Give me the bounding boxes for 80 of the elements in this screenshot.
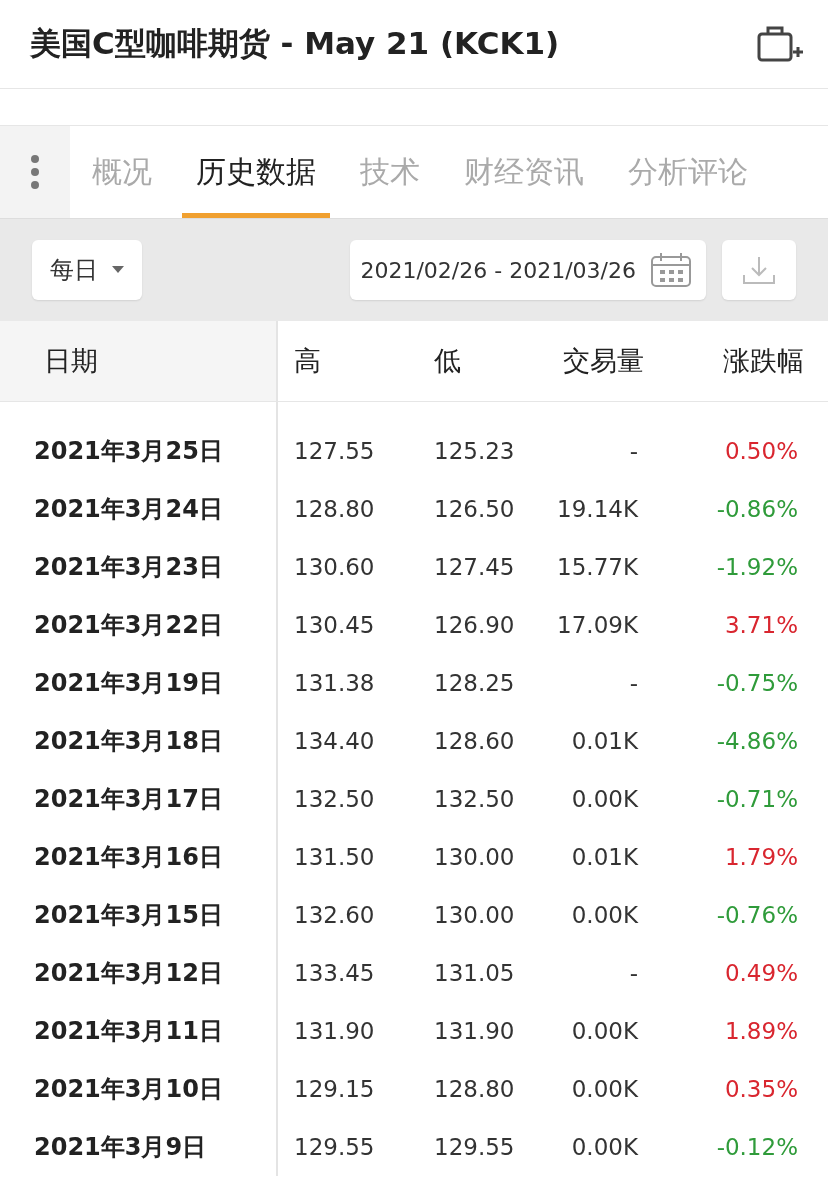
date-cell: 2021年3月25日 xyxy=(0,422,278,480)
change-cell-text: 0.49% xyxy=(723,959,799,988)
date-cell: 2021年3月12日 xyxy=(0,944,278,1002)
table-cell-text: 0.00K xyxy=(570,785,639,814)
tab[interactable]: 概况 xyxy=(78,126,166,218)
table-cell-text: 130.45 xyxy=(293,611,376,640)
caret-icon xyxy=(112,266,124,274)
table-cell-text: 132.50 xyxy=(433,785,516,814)
date-cell: 2021年3月22日 xyxy=(0,596,278,654)
table-cell-text: 131.90 xyxy=(293,1017,376,1046)
calendar-icon xyxy=(650,252,692,288)
change-cell-text: 1.79% xyxy=(723,843,799,872)
change-cell-text: -0.76% xyxy=(715,901,799,930)
date-cell: 2021年3月10日 xyxy=(0,1060,278,1118)
table-cell-text: 126.90 xyxy=(433,611,516,640)
change-cell-text: -1.92% xyxy=(715,553,799,582)
table-cell-text: 0.00K xyxy=(570,1075,639,1104)
table-cell-text: 126.50 xyxy=(433,495,516,524)
table-cell-text: - xyxy=(628,669,639,698)
more-menu-button[interactable] xyxy=(0,126,70,218)
table-cell-text: 127.55 xyxy=(293,437,376,466)
table-cell-text: 128.60 xyxy=(433,727,516,756)
change-cell-text: -0.12% xyxy=(715,1133,799,1162)
date-cell: 2021年3月18日 xyxy=(0,712,278,770)
table-cell-text: 0.00K xyxy=(570,1017,639,1046)
download-icon xyxy=(742,255,776,285)
change-cell-text: -4.86% xyxy=(715,727,799,756)
table-cell-text: 129.55 xyxy=(433,1133,516,1162)
tab[interactable]: 分析评论 xyxy=(614,126,762,218)
date-cell: 2021年3月16日 xyxy=(0,828,278,886)
table-cell-text: 128.80 xyxy=(433,1075,516,1104)
change-cell-text: 1.89% xyxy=(723,1017,799,1046)
add-to-portfolio-icon[interactable] xyxy=(756,24,804,64)
change-cell-text: 0.35% xyxy=(723,1075,799,1104)
table-cell-text: 132.60 xyxy=(293,901,376,930)
table-cell-text: 129.15 xyxy=(293,1075,376,1104)
table-cell-text: 131.90 xyxy=(433,1017,516,1046)
table-cell-text: 128.80 xyxy=(293,495,376,524)
table-cell-text: 133.45 xyxy=(293,959,376,988)
date-cell: 2021年3月24日 xyxy=(0,480,278,538)
date-cell: 2021年3月9日 xyxy=(0,1118,278,1176)
table-cell-text: 0.01K xyxy=(570,843,639,872)
change-cell-text: -0.86% xyxy=(715,495,799,524)
change-cell-text: -0.75% xyxy=(715,669,799,698)
table-cell-text: 132.50 xyxy=(293,785,376,814)
date-cell: 2021年3月11日 xyxy=(0,1002,278,1060)
table-cell-text: 129.55 xyxy=(293,1133,376,1162)
table-cell-text: 0.00K xyxy=(570,1133,639,1162)
date-cell: 2021年3月23日 xyxy=(0,538,278,596)
table-cell-text: 0.01K xyxy=(570,727,639,756)
table-cell-text: 125.23 xyxy=(433,437,516,466)
kebab-menu-icon xyxy=(30,154,40,190)
tab[interactable]: 财经资讯 xyxy=(450,126,598,218)
table-cell-text: 130.00 xyxy=(433,843,516,872)
table-cell-text: 131.50 xyxy=(293,843,376,872)
table-cell-text: 134.40 xyxy=(293,727,376,756)
table-cell-text: 0.00K xyxy=(570,901,639,930)
column-header: 日期 xyxy=(0,321,278,402)
date-range-picker[interactable]: 2021/02/26 - 2021/03/26 xyxy=(350,240,706,300)
change-cell-text: -0.71% xyxy=(715,785,799,814)
table-cell-text: 131.05 xyxy=(433,959,516,988)
table-cell-text: 128.25 xyxy=(433,669,516,698)
download-button[interactable] xyxy=(722,240,796,300)
table-cell-text: 17.09K xyxy=(556,611,639,640)
change-cell-text: 0.50% xyxy=(723,437,799,466)
table-cell-text: 130.00 xyxy=(433,901,516,930)
table-cell-text: 130.60 xyxy=(293,553,376,582)
tab[interactable]: 技术 xyxy=(346,126,434,218)
table-cell-text: 131.38 xyxy=(293,669,376,698)
date-cell: 2021年3月17日 xyxy=(0,770,278,828)
table-cell-text: 15.77K xyxy=(556,553,639,582)
change-cell-text: 3.71% xyxy=(723,611,799,640)
table-cell-text: - xyxy=(628,437,639,466)
date-cell: 2021年3月15日 xyxy=(0,886,278,944)
table-cell-text: 127.45 xyxy=(433,553,516,582)
table-cell-text: - xyxy=(628,959,639,988)
page-title: 美国C型咖啡期货 - May 21 (KCK1) xyxy=(30,24,560,63)
period-dropdown[interactable]: 每日 xyxy=(32,240,142,300)
table-cell-text: 19.14K xyxy=(556,495,639,524)
date-cell: 2021年3月19日 xyxy=(0,654,278,712)
